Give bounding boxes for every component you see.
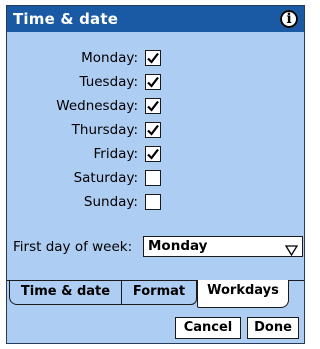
- monday-checkbox[interactable]: [145, 50, 161, 66]
- dialog-frame: Time & date i Monday: Tuesday: Wednesday…: [6, 5, 305, 344]
- tab-workdays[interactable]: Workdays: [197, 280, 289, 308]
- day-row-tuesday: Tuesday:: [7, 73, 304, 93]
- first-day-label: First day of week:: [13, 239, 133, 255]
- friday-checkbox[interactable]: [145, 146, 161, 162]
- day-label: Wednesday:: [56, 98, 138, 114]
- day-label: Thursday:: [71, 122, 138, 138]
- title-bar: Time & date i: [7, 6, 304, 32]
- info-icon[interactable]: i: [280, 10, 298, 28]
- day-label: Tuesday:: [79, 74, 139, 90]
- first-day-select[interactable]: Monday: [143, 236, 303, 257]
- day-row-saturday: Saturday:: [7, 169, 304, 189]
- day-row-friday: Friday:: [7, 145, 304, 165]
- checkmark-icon: [147, 148, 159, 160]
- day-row-thursday: Thursday:: [7, 121, 304, 141]
- day-row-monday: Monday:: [7, 49, 304, 69]
- first-day-row: First day of week: Monday: [7, 236, 304, 258]
- checkmark-icon: [147, 76, 159, 88]
- tuesday-checkbox[interactable]: [145, 74, 161, 90]
- triangle-down-icon: [284, 241, 299, 260]
- saturday-checkbox[interactable]: [145, 170, 161, 186]
- thursday-checkbox[interactable]: [145, 122, 161, 138]
- day-label: Monday:: [81, 50, 138, 66]
- window-title: Time & date: [13, 10, 119, 28]
- day-label: Sunday:: [83, 194, 138, 210]
- checkmark-icon: [147, 52, 159, 64]
- day-label: Friday:: [93, 146, 138, 162]
- tab-time-date[interactable]: Time & date: [9, 280, 122, 305]
- tab-bar: Time & date Format Workdays: [7, 280, 304, 310]
- day-row-wednesday: Wednesday:: [7, 97, 304, 117]
- sunday-checkbox[interactable]: [145, 194, 161, 210]
- day-label: Saturday:: [73, 170, 138, 186]
- first-day-value: Monday: [148, 238, 208, 254]
- cancel-button[interactable]: Cancel: [175, 317, 241, 339]
- done-button[interactable]: Done: [247, 317, 299, 339]
- checkmark-icon: [147, 124, 159, 136]
- tab-format[interactable]: Format: [121, 280, 197, 305]
- wednesday-checkbox[interactable]: [145, 98, 161, 114]
- day-row-sunday: Sunday:: [7, 193, 304, 213]
- checkmark-icon: [147, 100, 159, 112]
